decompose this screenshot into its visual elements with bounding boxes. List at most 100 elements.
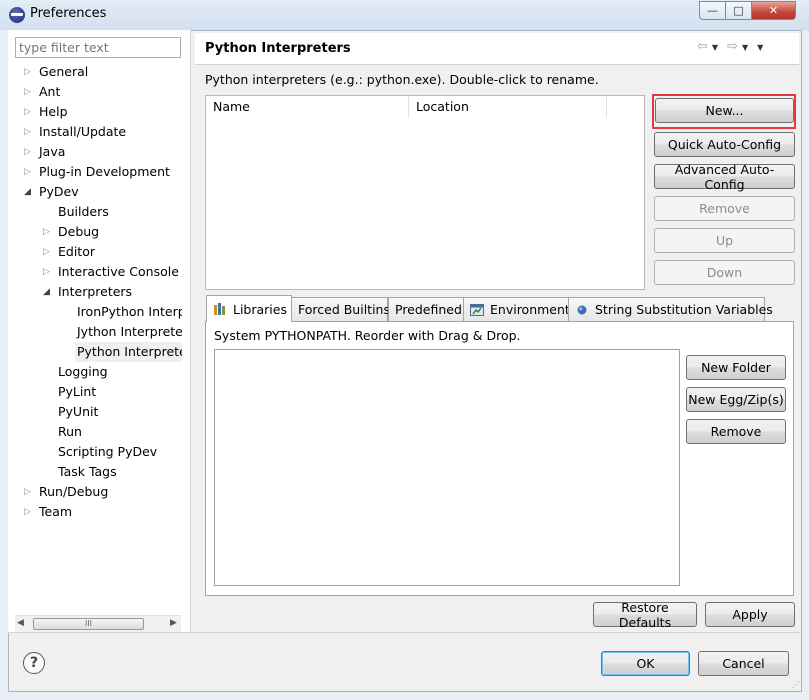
tree-item[interactable]: Builders	[16, 202, 182, 222]
tree-item[interactable]: ▷ Plug-in Development	[16, 162, 182, 182]
expand-arrow-icon[interactable]: ▷	[43, 242, 50, 262]
expand-arrow-icon[interactable]: ▷	[24, 502, 31, 522]
window-title: Preferences	[30, 6, 107, 21]
new-interpreter-button[interactable]: New...	[655, 98, 794, 123]
tree-horizontal-scrollbar[interactable]: ◀ III ▶	[15, 615, 181, 632]
tree-item[interactable]: Scripting PyDev	[16, 442, 182, 462]
tree-item[interactable]: Run	[16, 422, 182, 442]
minimize-button[interactable]: —	[699, 1, 726, 20]
scroll-right-icon[interactable]: ▶	[170, 618, 177, 628]
close-icon: ✕	[768, 4, 779, 17]
tree-item-label: Jython Interpreter	[77, 324, 182, 339]
up-button[interactable]: Up	[654, 228, 795, 253]
tree-item[interactable]: PyUnit	[16, 402, 182, 422]
remove-interpreter-button[interactable]: Remove	[654, 196, 795, 221]
back-arrow-icon[interactable]: ⇦	[697, 39, 709, 54]
apply-button[interactable]: Apply	[705, 602, 795, 627]
new-folder-button[interactable]: New Folder	[686, 355, 786, 380]
down-button[interactable]: Down	[654, 260, 795, 285]
tree-item[interactable]: ◢ Interpreters	[16, 282, 182, 302]
expand-arrow-icon[interactable]: ▷	[24, 122, 31, 142]
tree-item-label: Logging	[58, 364, 108, 379]
tab-forced-builtins[interactable]: Forced Builtins	[291, 297, 390, 321]
tree-item-label: Task Tags	[58, 464, 117, 479]
new-egg-zip-button[interactable]: New Egg/Zip(s)	[686, 387, 786, 412]
expand-arrow-icon[interactable]: ▷	[24, 102, 31, 122]
help-icon[interactable]: ?	[23, 652, 45, 674]
tree-item[interactable]: ▷ Ant	[16, 82, 182, 102]
tree-item[interactable]: IronPython Interpreter	[16, 302, 182, 322]
tree-item-label: Debug	[58, 224, 100, 239]
pythonpath-list[interactable]	[214, 349, 680, 586]
expand-arrow-icon[interactable]: ▷	[24, 142, 31, 162]
tree-item-label: PyUnit	[58, 404, 99, 419]
tree-item-label: Run	[58, 424, 82, 439]
tree-item-label: Editor	[58, 244, 95, 259]
tree-item-label: PyLint	[58, 384, 97, 399]
tree-item[interactable]: ◢ PyDev	[16, 182, 182, 202]
tab-predefined[interactable]: Predefined	[388, 297, 464, 321]
window-controls: — □ ✕	[699, 1, 796, 21]
tree-item-label: Install/Update	[39, 124, 127, 139]
restore-defaults-button[interactable]: Restore Defaults	[593, 600, 697, 630]
quick-auto-config-button[interactable]: Quick Auto-Config	[654, 132, 795, 157]
forward-arrow-icon[interactable]: ⇨	[727, 39, 739, 54]
expand-arrow-icon[interactable]: ▷	[24, 162, 31, 182]
tree-item-label: Interpreters	[58, 284, 133, 299]
minimize-icon: —	[707, 4, 718, 17]
tree-item[interactable]: Task Tags	[16, 462, 182, 482]
collapse-arrow-icon[interactable]: ◢	[43, 282, 50, 302]
maximize-icon: □	[733, 4, 744, 17]
expand-arrow-icon[interactable]: ▷	[24, 482, 31, 502]
collapse-arrow-icon[interactable]: ◢	[24, 182, 31, 202]
tree-item[interactable]: Logging	[16, 362, 182, 382]
forward-dropdown-icon[interactable]: ▼	[742, 43, 749, 52]
tab-string-substitution-variables[interactable]: String Substitution Variables	[568, 297, 773, 321]
column-header-name[interactable]: Name	[206, 96, 409, 118]
tree-item[interactable]: ▷ Interactive Console	[16, 262, 182, 282]
view-menu-icon[interactable]: ▼	[757, 43, 764, 52]
close-button[interactable]: ✕	[752, 1, 796, 20]
tree-item[interactable]: ▷ Install/Update	[16, 122, 182, 142]
tree-item[interactable]: ▷ General	[16, 62, 182, 82]
back-dropdown-icon[interactable]: ▼	[712, 43, 719, 52]
column-header-location[interactable]: Location	[409, 96, 607, 118]
tree-item[interactable]: ▷ Editor	[16, 242, 182, 262]
tree-item-label: Help	[39, 104, 68, 119]
footer-separator	[8, 632, 802, 633]
tree-item-label: Team	[39, 504, 73, 519]
ok-button[interactable]: OK	[601, 651, 690, 676]
tab-environment[interactable]: Environment	[463, 297, 570, 321]
expand-arrow-icon[interactable]: ▷	[43, 222, 50, 242]
tree-item[interactable]: Jython Interpreter	[16, 322, 182, 342]
tab-predefined-label: Predefined	[395, 302, 462, 317]
remove-library-button[interactable]: Remove	[686, 419, 786, 444]
scrollbar-thumb[interactable]: III	[33, 618, 144, 630]
tree-item[interactable]: ▷ Run/Debug	[16, 482, 182, 502]
tree-item-label: Interactive Console	[58, 264, 179, 279]
expand-arrow-icon[interactable]: ▷	[24, 62, 31, 82]
column-header-filler	[607, 96, 644, 118]
interpreters-description: Python interpreters (e.g.: python.exe). …	[205, 72, 599, 87]
libraries-description: System PYTHONPATH. Reorder with Drag & D…	[214, 328, 521, 343]
tab-libraries[interactable]: Libraries	[206, 295, 292, 322]
tree-item[interactable]: ▷ Debug	[16, 222, 182, 242]
title-bar	[0, 0, 809, 30]
tree-item[interactable]: Python Interpreter	[16, 342, 182, 362]
tree-item[interactable]: ▷ Team	[16, 502, 182, 522]
tab-string-substitution-variables-label: String Substitution Variables	[595, 302, 773, 317]
expand-arrow-icon[interactable]: ▷	[24, 82, 31, 102]
maximize-button[interactable]: □	[726, 1, 752, 20]
page-navigation: ⇦ ▼ ⇨ ▼ ▼	[697, 39, 772, 54]
filter-input[interactable]	[15, 37, 181, 58]
tree-item[interactable]: ▷ Help	[16, 102, 182, 122]
advanced-auto-config-button[interactable]: Advanced Auto-Config	[654, 162, 795, 192]
interpreters-table[interactable]: Name Location	[205, 95, 645, 290]
tree-item-label: PyDev	[39, 184, 79, 199]
scroll-left-icon[interactable]: ◀	[17, 618, 24, 628]
cancel-button[interactable]: Cancel	[698, 651, 789, 676]
resize-grip-icon[interactable]: ⋰	[792, 680, 802, 690]
tree-item[interactable]: PyLint	[16, 382, 182, 402]
expand-arrow-icon[interactable]: ▷	[43, 262, 50, 282]
tree-item[interactable]: ▷ Java	[16, 142, 182, 162]
